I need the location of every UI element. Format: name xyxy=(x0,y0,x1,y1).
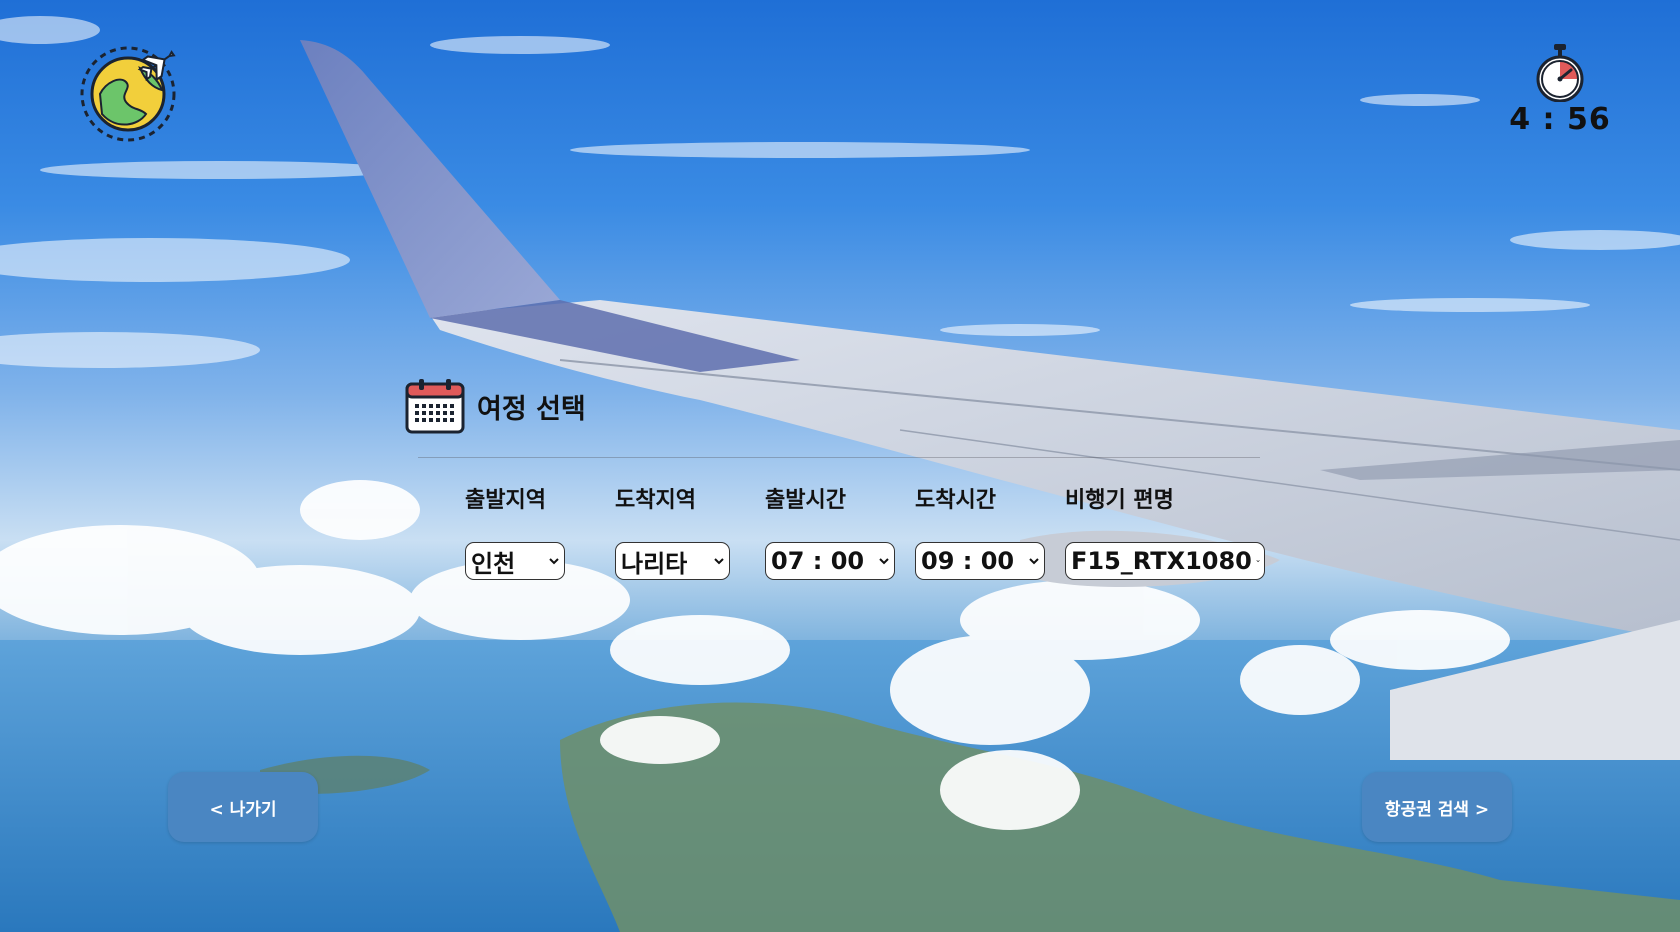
flight-number-label: 비행기 편명 xyxy=(1065,488,1174,513)
section-title: 여정 선택 xyxy=(477,393,586,425)
stopwatch-icon xyxy=(1536,44,1584,102)
arrival-time-label: 도착시간 xyxy=(915,488,996,513)
back-button[interactable]: < 나가기 xyxy=(168,772,318,842)
arrival-time-value: 09 : 00 xyxy=(921,547,1015,575)
timer-text: 4 : 56 xyxy=(1509,102,1611,137)
departure-region-value: 인천 xyxy=(471,549,516,578)
arrival-region-label: 도착지역 xyxy=(615,488,696,513)
departure-time-value: 07 : 00 xyxy=(771,547,865,575)
section-divider xyxy=(418,457,1260,458)
chevron-down-icon xyxy=(1256,560,1260,563)
departure-time-field: 출발시간 07 : 00 xyxy=(765,482,895,580)
flight-number-select[interactable]: F15_RTX1080 xyxy=(1065,542,1265,580)
chevron-down-icon xyxy=(714,558,724,565)
section-header: 여정 선택 xyxy=(405,378,586,434)
search-flights-button[interactable]: 항공권 검색 > xyxy=(1362,772,1512,842)
countdown-timer: 4 : 56 xyxy=(1500,42,1620,137)
departure-time-label: 출발시간 xyxy=(765,488,846,513)
departure-region-label: 출발지역 xyxy=(465,488,546,513)
flight-number-value: F15_RTX1080 xyxy=(1071,547,1252,575)
departure-time-select[interactable]: 07 : 00 xyxy=(765,542,895,580)
arrival-region-value: 나리타 xyxy=(621,549,688,578)
app-screen: 4 : 56 여정 선택 출발지역 인천 도착지역 나리타 출발시간 07: … xyxy=(0,0,1680,932)
arrival-time-select[interactable]: 09 : 00 xyxy=(915,542,1045,580)
globe-airplane-icon[interactable] xyxy=(80,42,184,146)
departure-region-field: 출발지역 인천 xyxy=(465,482,565,580)
flight-number-field: 비행기 편명 F15_RTX1080 xyxy=(1065,482,1265,580)
calendar-icon xyxy=(405,379,465,434)
departure-region-select[interactable]: 인천 xyxy=(465,542,565,580)
chevron-down-icon xyxy=(549,558,559,565)
arrival-region-field: 도착지역 나리타 xyxy=(615,482,730,580)
arrival-time-field: 도착시간 09 : 00 xyxy=(915,482,1045,580)
chevron-down-icon xyxy=(1029,558,1039,565)
arrival-region-select[interactable]: 나리타 xyxy=(615,542,730,580)
chevron-down-icon xyxy=(879,558,889,565)
